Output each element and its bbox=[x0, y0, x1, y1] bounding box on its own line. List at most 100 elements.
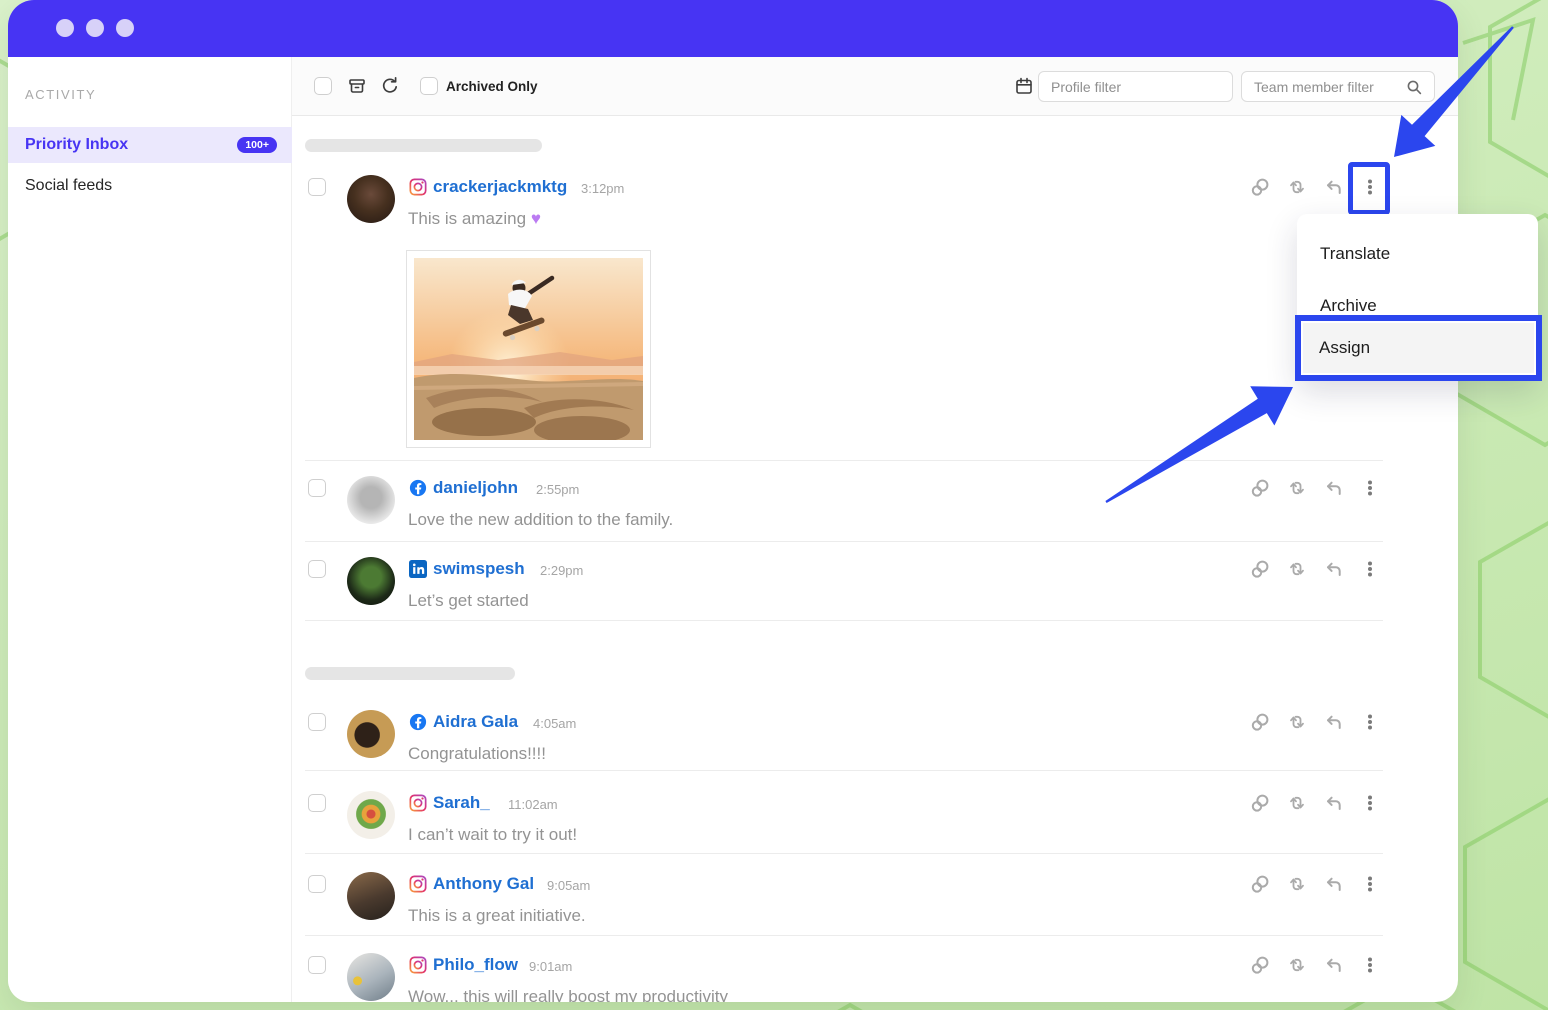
more-options-button[interactable] bbox=[1360, 955, 1380, 975]
select-all-checkbox[interactable] bbox=[314, 77, 332, 95]
avatar bbox=[347, 175, 395, 223]
row-checkbox[interactable] bbox=[308, 956, 326, 974]
row-checkbox[interactable] bbox=[308, 713, 326, 731]
more-options-button[interactable] bbox=[1360, 793, 1380, 813]
avatar bbox=[347, 953, 395, 1001]
message-row: Philo_flow 9:01am Wow... this will reall… bbox=[8, 942, 1458, 1002]
avatar bbox=[347, 710, 395, 758]
retweet-icon[interactable] bbox=[1287, 559, 1307, 579]
timestamp: 2:29pm bbox=[540, 563, 583, 578]
instagram-icon bbox=[409, 956, 427, 974]
avatar bbox=[347, 872, 395, 920]
username-link[interactable]: Anthony Gal bbox=[433, 874, 534, 894]
timestamp: 9:01am bbox=[529, 959, 572, 974]
reply-icon[interactable] bbox=[1323, 712, 1343, 732]
username-link[interactable]: Philo_flow bbox=[433, 955, 518, 975]
link-icon[interactable] bbox=[1250, 559, 1270, 579]
bulk-archive-icon[interactable] bbox=[347, 76, 367, 96]
app-window: ACTIVITY Priority Inbox 100+ Social feed… bbox=[8, 0, 1458, 1002]
message-row: Aidra Gala 4:05am Congratulations!!!! bbox=[8, 699, 1458, 784]
message-text: Let’s get started bbox=[408, 591, 529, 611]
sidebar-item-priority-inbox[interactable]: Priority Inbox 100+ bbox=[8, 127, 292, 163]
row-checkbox[interactable] bbox=[308, 875, 326, 893]
reply-icon[interactable] bbox=[1323, 478, 1343, 498]
menu-item-translate[interactable]: Translate bbox=[1297, 244, 1538, 264]
priority-inbox-label: Priority Inbox bbox=[25, 136, 128, 154]
message-text: Wow... this will really boost my product… bbox=[408, 987, 728, 1002]
date-skeleton bbox=[305, 139, 542, 152]
message-text: Love the new addition to the family. bbox=[408, 510, 673, 530]
message-text: This is amazing bbox=[408, 209, 526, 228]
menu-item-archive[interactable]: Archive bbox=[1297, 296, 1538, 316]
username-link[interactable]: Aidra Gala bbox=[433, 712, 518, 732]
link-icon[interactable] bbox=[1250, 712, 1270, 732]
window-control-dot bbox=[116, 19, 134, 37]
timestamp: 9:05am bbox=[547, 878, 590, 893]
window-titlebar bbox=[8, 0, 1458, 57]
refresh-icon[interactable] bbox=[380, 76, 400, 96]
date-skeleton bbox=[305, 667, 515, 680]
window-control-dot bbox=[86, 19, 104, 37]
message-text: I can’t wait to try it out! bbox=[408, 825, 577, 845]
reply-icon[interactable] bbox=[1323, 177, 1343, 197]
row-checkbox[interactable] bbox=[308, 560, 326, 578]
message-row: swimspesh 2:29pm Let’s get started bbox=[8, 546, 1458, 631]
avatar bbox=[347, 557, 395, 605]
instagram-icon bbox=[409, 178, 427, 196]
username-link[interactable]: danieljohn bbox=[433, 478, 518, 498]
timestamp: 11:02am bbox=[508, 797, 558, 812]
message-row: Sarah_ 11:02am I can’t wait to try it ou… bbox=[8, 780, 1458, 865]
retweet-icon[interactable] bbox=[1287, 478, 1307, 498]
menu-item-assign[interactable]: Assign bbox=[1295, 315, 1542, 381]
calendar-icon[interactable] bbox=[1014, 76, 1034, 96]
retweet-icon[interactable] bbox=[1287, 955, 1307, 975]
team-member-filter-input[interactable] bbox=[1241, 71, 1435, 102]
timestamp: 2:55pm bbox=[536, 482, 579, 497]
message-row: danieljohn 2:55pm Love the new addition … bbox=[8, 465, 1458, 550]
link-icon[interactable] bbox=[1250, 793, 1270, 813]
facebook-icon bbox=[409, 713, 427, 731]
message-text: This is a great initiative. bbox=[408, 906, 586, 926]
message-row: Anthony Gal 9:05am This is a great initi… bbox=[8, 861, 1458, 946]
retweet-icon[interactable] bbox=[1287, 177, 1307, 197]
archived-only-label: Archived Only bbox=[446, 79, 538, 94]
avatar bbox=[347, 791, 395, 839]
more-options-button[interactable] bbox=[1360, 874, 1380, 894]
reply-icon[interactable] bbox=[1323, 874, 1343, 894]
timestamp: 3:12pm bbox=[581, 181, 624, 196]
profile-filter-input[interactable] bbox=[1038, 71, 1233, 102]
row-checkbox[interactable] bbox=[308, 178, 326, 196]
retweet-icon[interactable] bbox=[1287, 712, 1307, 732]
row-checkbox[interactable] bbox=[308, 794, 326, 812]
avatar bbox=[347, 476, 395, 524]
username-link[interactable]: crackerjackmktg bbox=[433, 177, 567, 197]
username-link[interactable]: Sarah_ bbox=[433, 793, 490, 813]
retweet-icon[interactable] bbox=[1287, 793, 1307, 813]
activity-section-label: ACTIVITY bbox=[25, 87, 96, 102]
username-link[interactable]: swimspesh bbox=[433, 559, 525, 579]
link-icon[interactable] bbox=[1250, 955, 1270, 975]
link-icon[interactable] bbox=[1250, 478, 1270, 498]
kebab-highlight-box bbox=[1348, 162, 1390, 215]
instagram-icon bbox=[409, 875, 427, 893]
linkedin-icon bbox=[409, 560, 427, 578]
reply-icon[interactable] bbox=[1323, 955, 1343, 975]
reply-icon[interactable] bbox=[1323, 793, 1343, 813]
instagram-icon bbox=[409, 794, 427, 812]
row-checkbox[interactable] bbox=[308, 479, 326, 497]
link-icon[interactable] bbox=[1250, 177, 1270, 197]
row-divider bbox=[305, 460, 1383, 461]
inbox-toolbar: Archived Only bbox=[292, 57, 1458, 116]
retweet-icon[interactable] bbox=[1287, 874, 1307, 894]
facebook-icon bbox=[409, 479, 427, 497]
reply-icon[interactable] bbox=[1323, 559, 1343, 579]
more-options-button[interactable] bbox=[1360, 559, 1380, 579]
archived-only-checkbox[interactable] bbox=[420, 77, 438, 95]
link-icon[interactable] bbox=[1250, 874, 1270, 894]
priority-inbox-badge: 100+ bbox=[237, 137, 277, 153]
timestamp: 4:05am bbox=[533, 716, 576, 731]
message-row: crackerjackmktg 3:12pm This is amazing ♥ bbox=[8, 164, 1458, 460]
attachment-image[interactable] bbox=[406, 250, 651, 448]
more-options-button[interactable] bbox=[1360, 712, 1380, 732]
more-options-button[interactable] bbox=[1360, 478, 1380, 498]
